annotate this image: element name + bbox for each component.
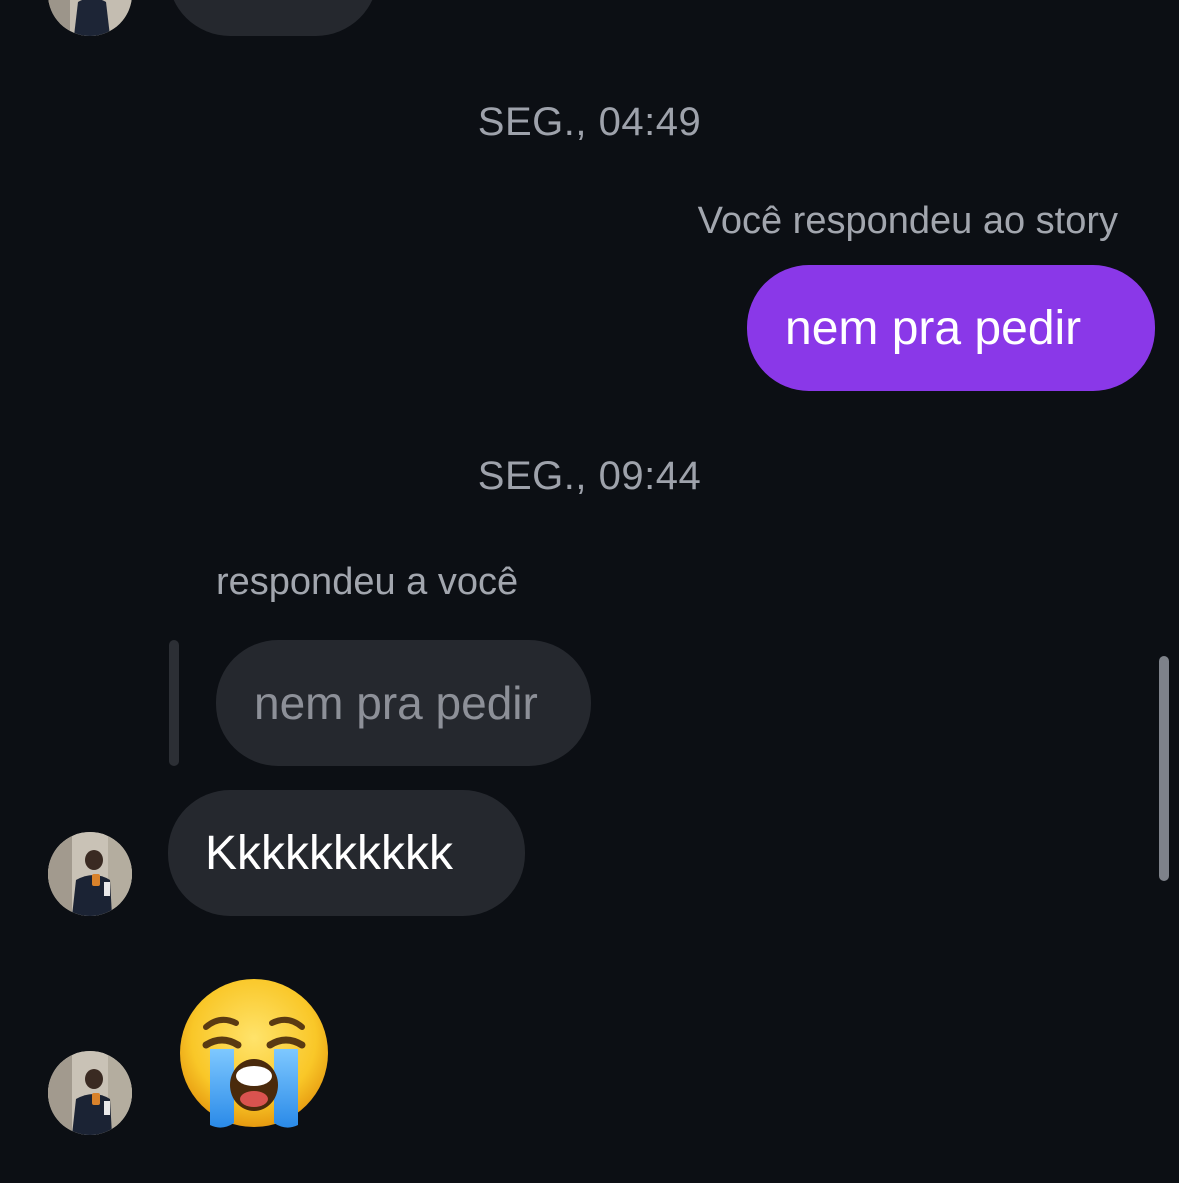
loudly-crying-face-icon[interactable] [176,975,332,1131]
contact-avatar[interactable] [48,1051,132,1135]
reply-quote-bar [169,640,179,766]
chat-thread: SEG., 04:49 Você respondeu ao story nem … [0,0,1179,1183]
quoted-message-text: nem pra pedir [254,677,538,729]
quoted-message-bubble[interactable]: nem pra pedir [216,640,591,766]
scrollbar[interactable] [1159,656,1169,881]
reply-label: respondeu a você [216,561,519,603]
received-message-bubble[interactable]: Kkkkkkkkkk [168,790,525,916]
previous-message-bubble[interactable] [168,0,378,36]
timestamp-divider: SEG., 04:49 [477,100,702,144]
sent-message-bubble[interactable]: nem pra pedir [747,265,1155,391]
story-reply-label: Você respondeu ao story [697,200,1118,242]
contact-avatar[interactable] [48,0,132,36]
received-message-text: Kkkkkkkkkk [205,826,454,880]
contact-avatar[interactable] [48,832,132,916]
timestamp-divider: SEG., 09:44 [477,454,702,498]
sent-message-text: nem pra pedir [785,301,1082,355]
